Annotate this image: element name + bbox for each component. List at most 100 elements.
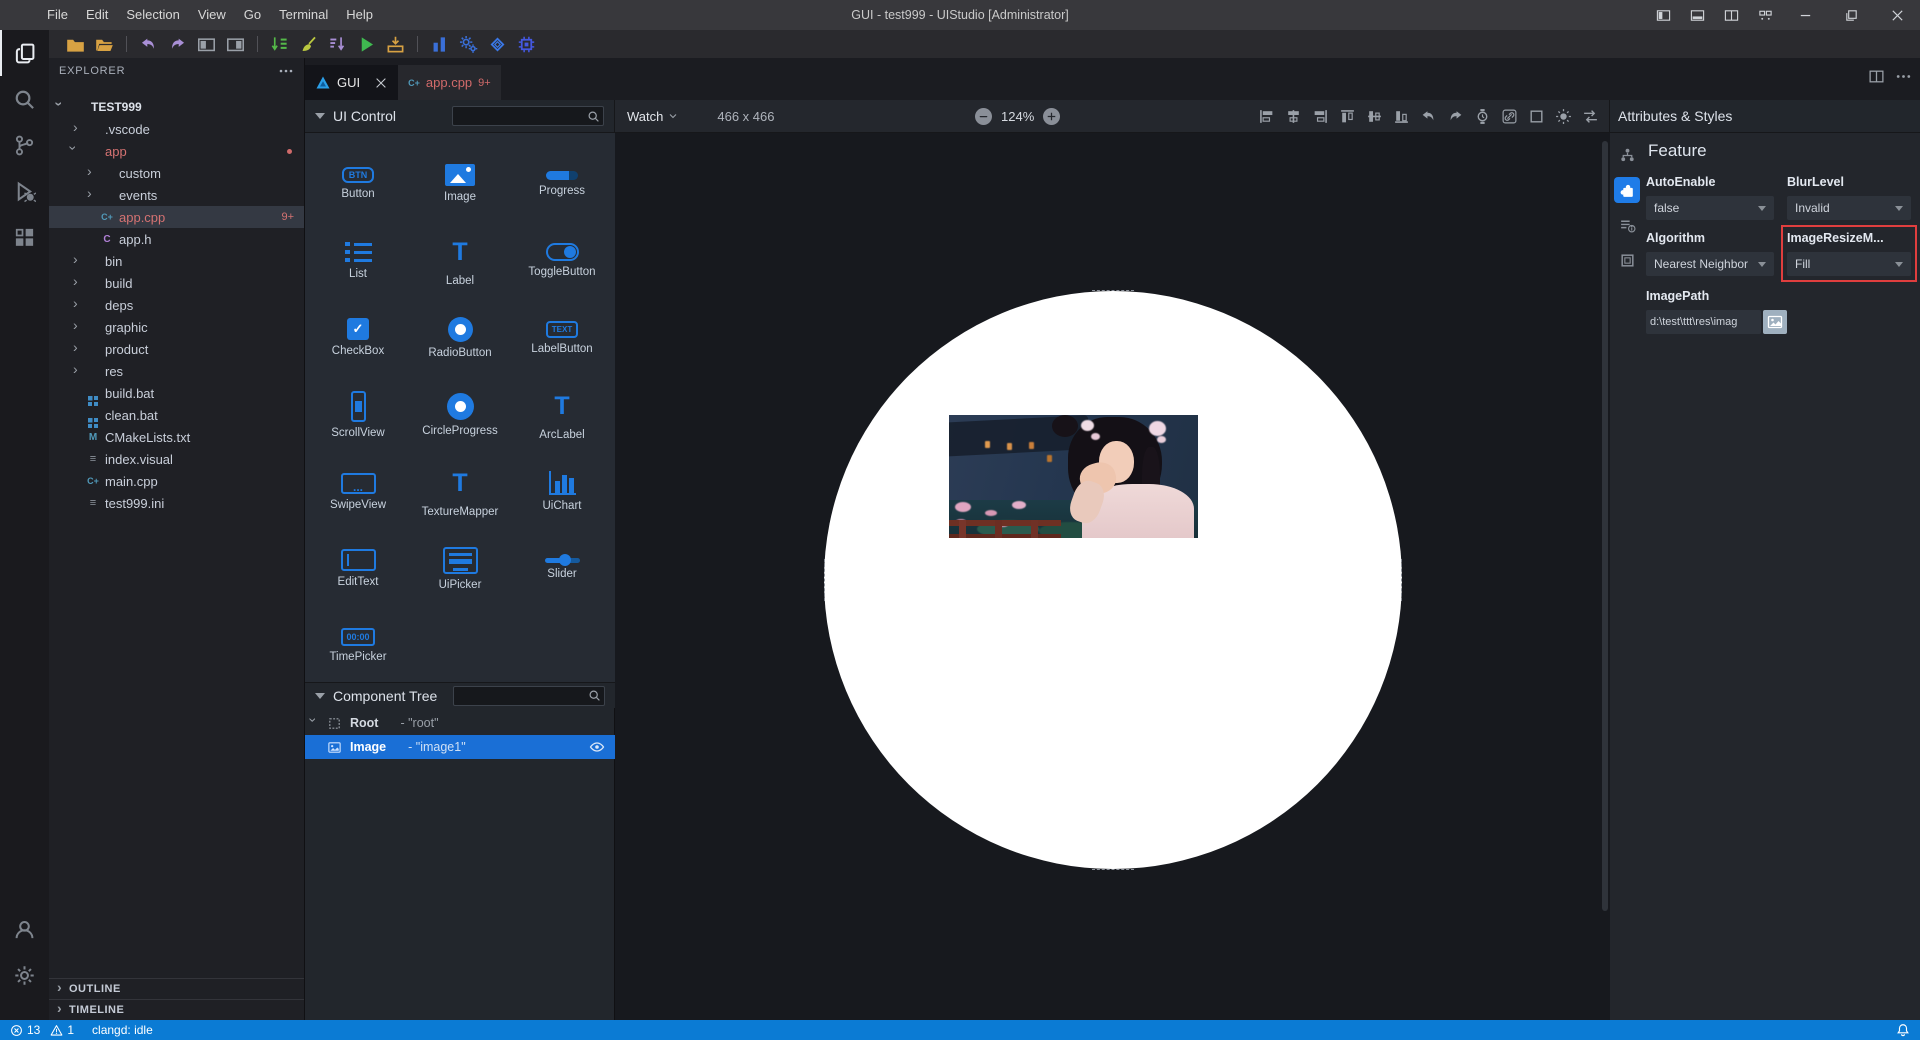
window-control-button[interactable] <box>1714 0 1748 30</box>
outline-section-header[interactable]: OUTLINE <box>49 978 304 999</box>
close-icon[interactable] <box>374 76 388 90</box>
palette-item[interactable]: CircleProgress <box>409 376 511 453</box>
image-path-input[interactable]: d:\test\ttt\res\imag <box>1646 310 1761 334</box>
canvas-tool-icon[interactable] <box>1501 108 1518 125</box>
window-control-button[interactable] <box>1782 0 1828 30</box>
window-control-button[interactable] <box>1748 0 1782 30</box>
canvas-tool-icon[interactable] <box>1474 108 1491 125</box>
palette-item[interactable]: BTN Button <box>307 145 409 222</box>
toolbar-icon[interactable] <box>139 35 158 54</box>
file-tree-row[interactable]: res <box>49 360 304 382</box>
palette-item[interactable]: EditText <box>307 530 409 607</box>
zoom-out-button[interactable] <box>975 108 992 125</box>
problems-warnings[interactable]: 1 <box>50 1023 74 1037</box>
menu-item[interactable]: View <box>189 0 235 30</box>
window-control-button[interactable] <box>1874 0 1920 30</box>
file-tree-row[interactable]: C app.h <box>49 228 304 250</box>
window-control-button[interactable] <box>1828 0 1874 30</box>
canvas-scrollbar[interactable] <box>1602 141 1608 911</box>
file-tree-row[interactable]: build <box>49 272 304 294</box>
palette-item[interactable]: T ArcLabel <box>511 376 613 453</box>
language-server-status[interactable]: clangd: idle <box>92 1023 153 1037</box>
file-tree-row[interactable]: M CMakeLists.txt <box>49 426 304 448</box>
file-tree-row[interactable]: .vscode <box>49 118 304 140</box>
file-tree-row[interactable]: build.bat <box>49 382 304 404</box>
file-tree-row[interactable]: graphic <box>49 316 304 338</box>
palette-item[interactable]: TEXT LabelButton <box>511 299 613 376</box>
ui-control-search-input[interactable] <box>452 106 604 126</box>
menu-item[interactable]: Go <box>235 0 270 30</box>
menu-item[interactable]: Terminal <box>270 0 337 30</box>
file-tree-row[interactable]: events <box>49 184 304 206</box>
activity-bar-item[interactable] <box>0 168 49 214</box>
window-control-button[interactable] <box>1680 0 1714 30</box>
activity-bar-item[interactable] <box>0 76 49 122</box>
palette-item[interactable]: ScrollView <box>307 376 409 453</box>
canvas-tool-icon[interactable] <box>1420 108 1437 125</box>
watch-face-root[interactable] <box>824 291 1402 869</box>
file-tree-row[interactable]: C+ app.cpp 9+ <box>49 206 304 228</box>
activity-bar-item[interactable] <box>0 952 49 998</box>
attributes-tab-icon[interactable] <box>1614 212 1640 238</box>
component-tree-row[interactable]: Image - "image1" <box>305 735 615 759</box>
toolbar-icon[interactable] <box>66 35 85 54</box>
palette-item[interactable]: ✓ CheckBox <box>307 299 409 376</box>
activity-bar-item[interactable] <box>0 906 49 952</box>
palette-item[interactable]: T TextureMapper <box>409 453 511 530</box>
field-dropdown[interactable]: Fill <box>1787 252 1911 276</box>
file-tree-row[interactable]: clean.bat <box>49 404 304 426</box>
component-tree-search-input[interactable] <box>453 686 605 706</box>
more-actions-icon[interactable] <box>1895 68 1912 85</box>
toolbar-icon[interactable] <box>197 35 216 54</box>
toolbar-icon[interactable] <box>459 35 478 54</box>
attributes-tab-icon[interactable] <box>1614 247 1640 273</box>
palette-item[interactable]: Slider <box>511 530 613 607</box>
image-picker-button[interactable] <box>1763 310 1787 334</box>
split-editor-icon[interactable] <box>1868 68 1885 85</box>
activity-bar-item[interactable] <box>0 122 49 168</box>
notifications-bell-icon[interactable] <box>1896 1023 1910 1037</box>
image-widget[interactable] <box>949 415 1198 538</box>
activity-bar-item[interactable] <box>0 214 49 260</box>
visibility-eye-icon[interactable] <box>589 739 605 755</box>
file-tree-row[interactable]: TEST999 <box>49 96 304 118</box>
toolbar-icon[interactable] <box>357 35 376 54</box>
collapse-triangle-icon[interactable] <box>315 113 325 119</box>
toolbar-icon[interactable] <box>386 35 405 54</box>
canvas-tool-icon[interactable] <box>1339 108 1356 125</box>
menu-item[interactable]: Help <box>337 0 382 30</box>
toolbar-icon[interactable] <box>270 35 289 54</box>
canvas-tool-icon[interactable] <box>1555 108 1572 125</box>
timeline-section-header[interactable]: TIMELINE <box>49 999 304 1020</box>
palette-item[interactable]: Image <box>409 145 511 222</box>
field-dropdown[interactable]: Invalid <box>1787 196 1911 220</box>
toolbar-icon[interactable] <box>430 35 449 54</box>
toolbar-icon[interactable] <box>95 35 114 54</box>
palette-item[interactable]: 00:00 TimePicker <box>307 607 409 682</box>
palette-item[interactable]: Progress <box>511 145 613 222</box>
toolbar-icon[interactable] <box>299 35 318 54</box>
canvas-tool-icon[interactable] <box>1582 108 1599 125</box>
problems-errors[interactable]: 13 <box>10 1023 40 1037</box>
file-tree-row[interactable]: deps <box>49 294 304 316</box>
canvas-tool-icon[interactable] <box>1366 108 1383 125</box>
palette-item[interactable]: RadioButton <box>409 299 511 376</box>
file-tree-row[interactable]: bin <box>49 250 304 272</box>
activity-bar-item[interactable] <box>0 30 49 76</box>
palette-item[interactable]: ToggleButton <box>511 222 613 299</box>
toolbar-icon[interactable] <box>488 35 507 54</box>
file-tree-row[interactable]: ≡ test999.ini <box>49 492 304 514</box>
toolbar-icon[interactable] <box>257 36 258 52</box>
toolbar-icon[interactable] <box>126 36 127 52</box>
palette-item[interactable]: List <box>307 222 409 299</box>
canvas-tool-icon[interactable] <box>1312 108 1329 125</box>
palette-item[interactable]: UiChart <box>511 453 613 530</box>
menu-item[interactable]: File <box>38 0 77 30</box>
toolbar-icon[interactable] <box>226 35 245 54</box>
more-actions-icon[interactable] <box>278 63 294 79</box>
design-canvas[interactable] <box>615 133 1610 1020</box>
canvas-tool-icon[interactable] <box>1528 108 1545 125</box>
toolbar-icon[interactable] <box>168 35 187 54</box>
canvas-tool-icon[interactable] <box>1285 108 1302 125</box>
toolbar-icon[interactable] <box>417 36 418 52</box>
